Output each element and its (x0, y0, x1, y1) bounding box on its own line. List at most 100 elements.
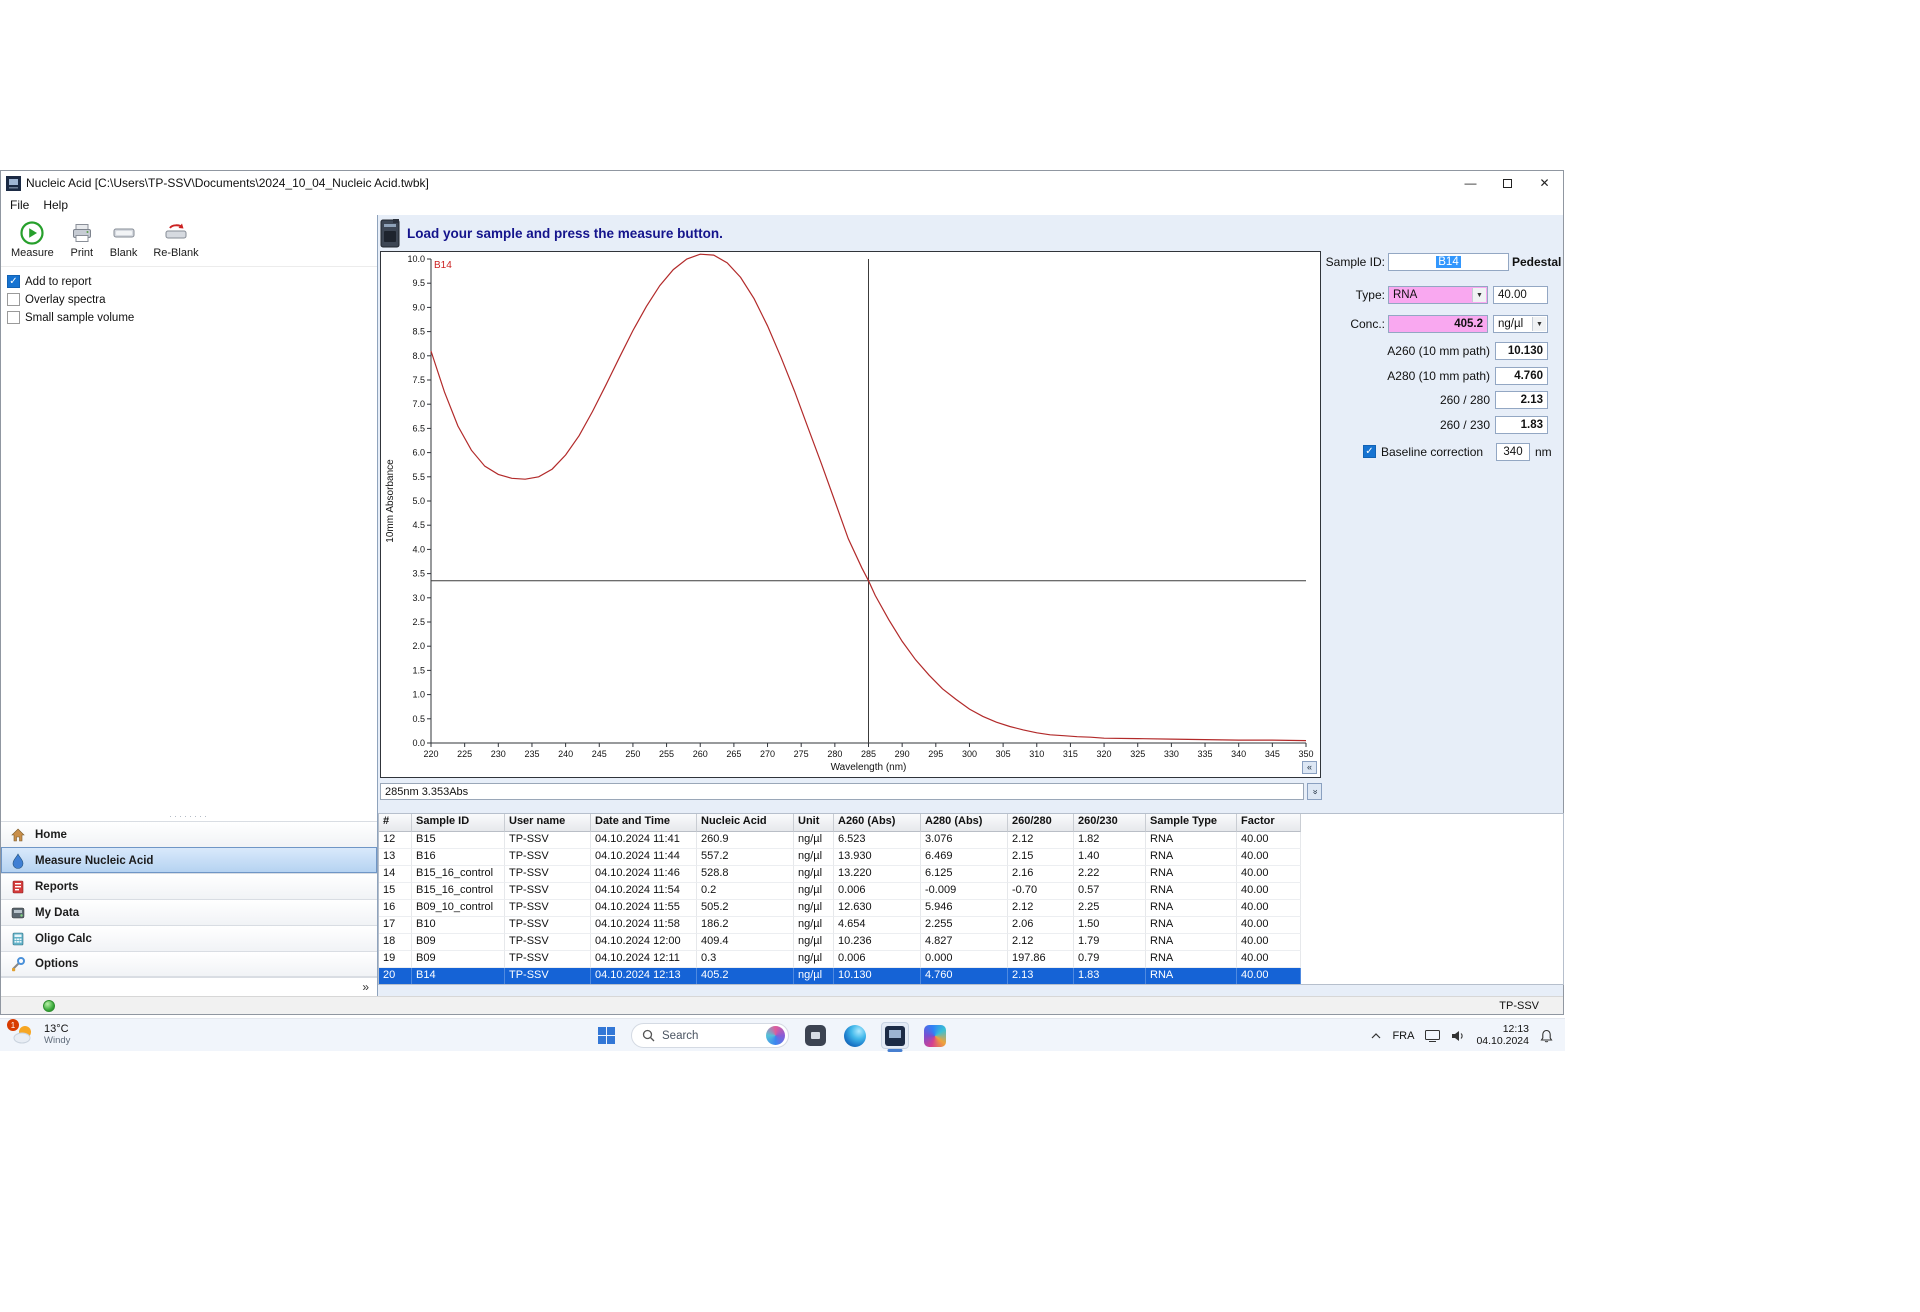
column-header-sample-id[interactable]: Sample ID (412, 814, 505, 832)
checkbox-add-to-report[interactable]: ✓ Add to report (7, 274, 377, 289)
checkbox-group: ✓ Add to report Overlay spectra Small sampl… (1, 267, 377, 325)
table-cell: ng/µl (794, 866, 834, 883)
table-cell: B10 (412, 917, 505, 934)
factor-field[interactable]: 40.00 (1493, 286, 1548, 304)
svg-text:9.0: 9.0 (412, 302, 425, 312)
menu-help[interactable]: Help (36, 196, 75, 214)
table-row[interactable]: 13 B16 TP-SSV 04.10.2024 11:44 557.2 ng/µl 13.… (379, 849, 1301, 866)
checkbox-box[interactable]: ✓ (7, 275, 20, 288)
column-header-nucleic-acid[interactable]: Nucleic Acid (697, 814, 794, 832)
nucleic-acid-app-icon[interactable] (881, 1022, 909, 1049)
language-indicator[interactable]: FRA (1392, 1030, 1414, 1042)
cursor-readout-bar: 285nm 3.353Abs (380, 783, 1304, 800)
conc-unit-dropdown[interactable]: ng/µl ▼ (1493, 315, 1548, 333)
table-cell: 4.827 (921, 934, 1008, 951)
search-input[interactable]: Search (631, 1023, 789, 1048)
splitter-grip[interactable]: ········ (1, 811, 377, 821)
ratio-260-280-row: 260 / 280 2.13 (1325, 391, 1564, 409)
toolbar-reblank-button[interactable]: Re-Blank (153, 219, 199, 259)
table-cell: 14 (379, 866, 412, 883)
chart-collapse-button[interactable]: « (1302, 761, 1317, 774)
table-row[interactable]: 15 B15_16_control TP-SSV 04.10.2024 11:54 0.… (379, 883, 1301, 900)
column-header-date-and-time[interactable]: Date and Time (591, 814, 697, 832)
table-row[interactable]: 18 B09 TP-SSV 04.10.2024 12:00 409.4 ng/µl 10.… (379, 934, 1301, 951)
maximize-button[interactable] (1489, 171, 1526, 195)
sidebar-item-options[interactable]: Options (1, 951, 377, 977)
minimize-button[interactable]: — (1452, 171, 1489, 195)
table-cell: RNA (1146, 951, 1237, 968)
table-cell: 17 (379, 917, 412, 934)
sidebar-item-measure-nucleic-acid[interactable]: Measure Nucleic Acid (1, 847, 377, 873)
nav-expander[interactable]: » (1, 977, 377, 996)
readout-expand-button[interactable]: « (1307, 783, 1322, 800)
checkbox-small-sample-volume[interactable]: Small sample volume (7, 310, 377, 325)
baseline-wavelength-field[interactable]: 340 (1496, 443, 1530, 461)
table-cell: TP-SSV (505, 832, 591, 849)
table-row[interactable]: 12 B15 TP-SSV 04.10.2024 11:41 260.9 ng/µl 6.5… (379, 832, 1301, 849)
spectrum-chart[interactable]: 220 225 230 235 240 245 250 255 260 265 270 275 280 2… (381, 252, 1320, 777)
sidebar-item-home[interactable]: Home (1, 821, 377, 847)
column-header-a280-abs[interactable]: A280 (Abs) (921, 814, 1008, 832)
tray-chevron-up-icon[interactable] (1371, 1032, 1381, 1039)
svg-text:315: 315 (1063, 749, 1078, 759)
checkbox-box[interactable] (7, 311, 20, 324)
notification-bell-icon[interactable] (1540, 1029, 1553, 1043)
weather-widget[interactable]: 1 13°C Windy (7, 1019, 70, 1047)
column-header-unit[interactable]: Unit (794, 814, 834, 832)
cast-icon[interactable] (1425, 1029, 1441, 1042)
start-button[interactable] (593, 1023, 619, 1049)
table-cell: 2.06 (1008, 917, 1074, 934)
baseline-checkbox[interactable]: ✓ (1363, 445, 1376, 458)
tray-clock[interactable]: 12:13 04.10.2024 (1476, 1023, 1529, 1047)
toolbar-blank-button[interactable]: Blank (110, 219, 137, 259)
column-header-260-230[interactable]: 260/230 (1074, 814, 1146, 832)
column-header-factor[interactable]: Factor (1237, 814, 1301, 832)
column-header-user-name[interactable]: User name (505, 814, 591, 832)
mydata-icon (10, 905, 27, 921)
chevron-down-icon: ▼ (1472, 288, 1486, 302)
sidebar-item-my-data[interactable]: My Data (1, 899, 377, 925)
table-cell: 1.83 (1074, 968, 1146, 984)
table-cell: 260.9 (697, 832, 794, 849)
svg-text:245: 245 (592, 749, 607, 759)
table-row[interactable]: 14 B15_16_control TP-SSV 04.10.2024 11:46 52… (379, 866, 1301, 883)
table-row[interactable]: 20 B14 TP-SSV 04.10.2024 12:13 405.2 ng/µl 10.… (379, 968, 1301, 984)
titlebar[interactable]: Nucleic Acid [C:\Users\TP-SSV\Documents\… (1, 171, 1563, 195)
color-app-icon[interactable] (921, 1022, 949, 1049)
dark-app-icon[interactable] (801, 1022, 829, 1049)
column-header-a260-abs[interactable]: A260 (Abs) (834, 814, 921, 832)
table-cell: RNA (1146, 883, 1237, 900)
column-header-sample-type[interactable]: Sample Type (1146, 814, 1237, 832)
close-button[interactable]: ✕ (1526, 171, 1563, 195)
table-cell: 12 (379, 832, 412, 849)
conc-field[interactable]: 405.2 (1388, 315, 1488, 333)
sidebar-item-reports[interactable]: Reports (1, 873, 377, 899)
checkbox-overlay-spectra[interactable]: Overlay spectra (7, 292, 377, 307)
type-dropdown[interactable]: RNA ▼ (1388, 286, 1488, 304)
table-cell: 0.006 (834, 883, 921, 900)
volume-icon[interactable] (1451, 1030, 1465, 1042)
edge-icon[interactable] (841, 1022, 869, 1049)
checkbox-box[interactable] (7, 293, 20, 306)
status-user: TP-SSV (1499, 999, 1539, 1012)
type-label: Type: (1355, 288, 1385, 302)
svg-text:350: 350 (1298, 749, 1313, 759)
svg-text:305: 305 (996, 749, 1011, 759)
svg-text:4.0: 4.0 (412, 544, 425, 554)
table-cell: 4.760 (921, 968, 1008, 984)
column-header-[interactable]: # (379, 814, 412, 832)
table-cell: B14 (412, 968, 505, 984)
toolbar-print-button[interactable]: Print (70, 219, 94, 259)
toolbar-measure-button[interactable]: Measure (11, 219, 54, 259)
table-row[interactable]: 17 B10 TP-SSV 04.10.2024 11:58 186.2 ng/µl 4.6… (379, 917, 1301, 934)
sample-id-input[interactable]: B14 (1388, 253, 1509, 271)
table-row[interactable]: 19 B09 TP-SSV 04.10.2024 12:11 0.3 ng/µl 0.006… (379, 951, 1301, 968)
conc-label: Conc.: (1350, 317, 1385, 331)
svg-text:300: 300 (962, 749, 977, 759)
table-cell: 528.8 (697, 866, 794, 883)
table-row[interactable]: 16 B09_10_control TP-SSV 04.10.2024 11:55 50… (379, 900, 1301, 917)
column-header-260-280[interactable]: 260/280 (1008, 814, 1074, 832)
menu-file[interactable]: File (3, 196, 36, 214)
sidebar-item-oligo-calc[interactable]: Oligo Calc (1, 925, 377, 951)
search-placeholder: Search (662, 1029, 699, 1042)
